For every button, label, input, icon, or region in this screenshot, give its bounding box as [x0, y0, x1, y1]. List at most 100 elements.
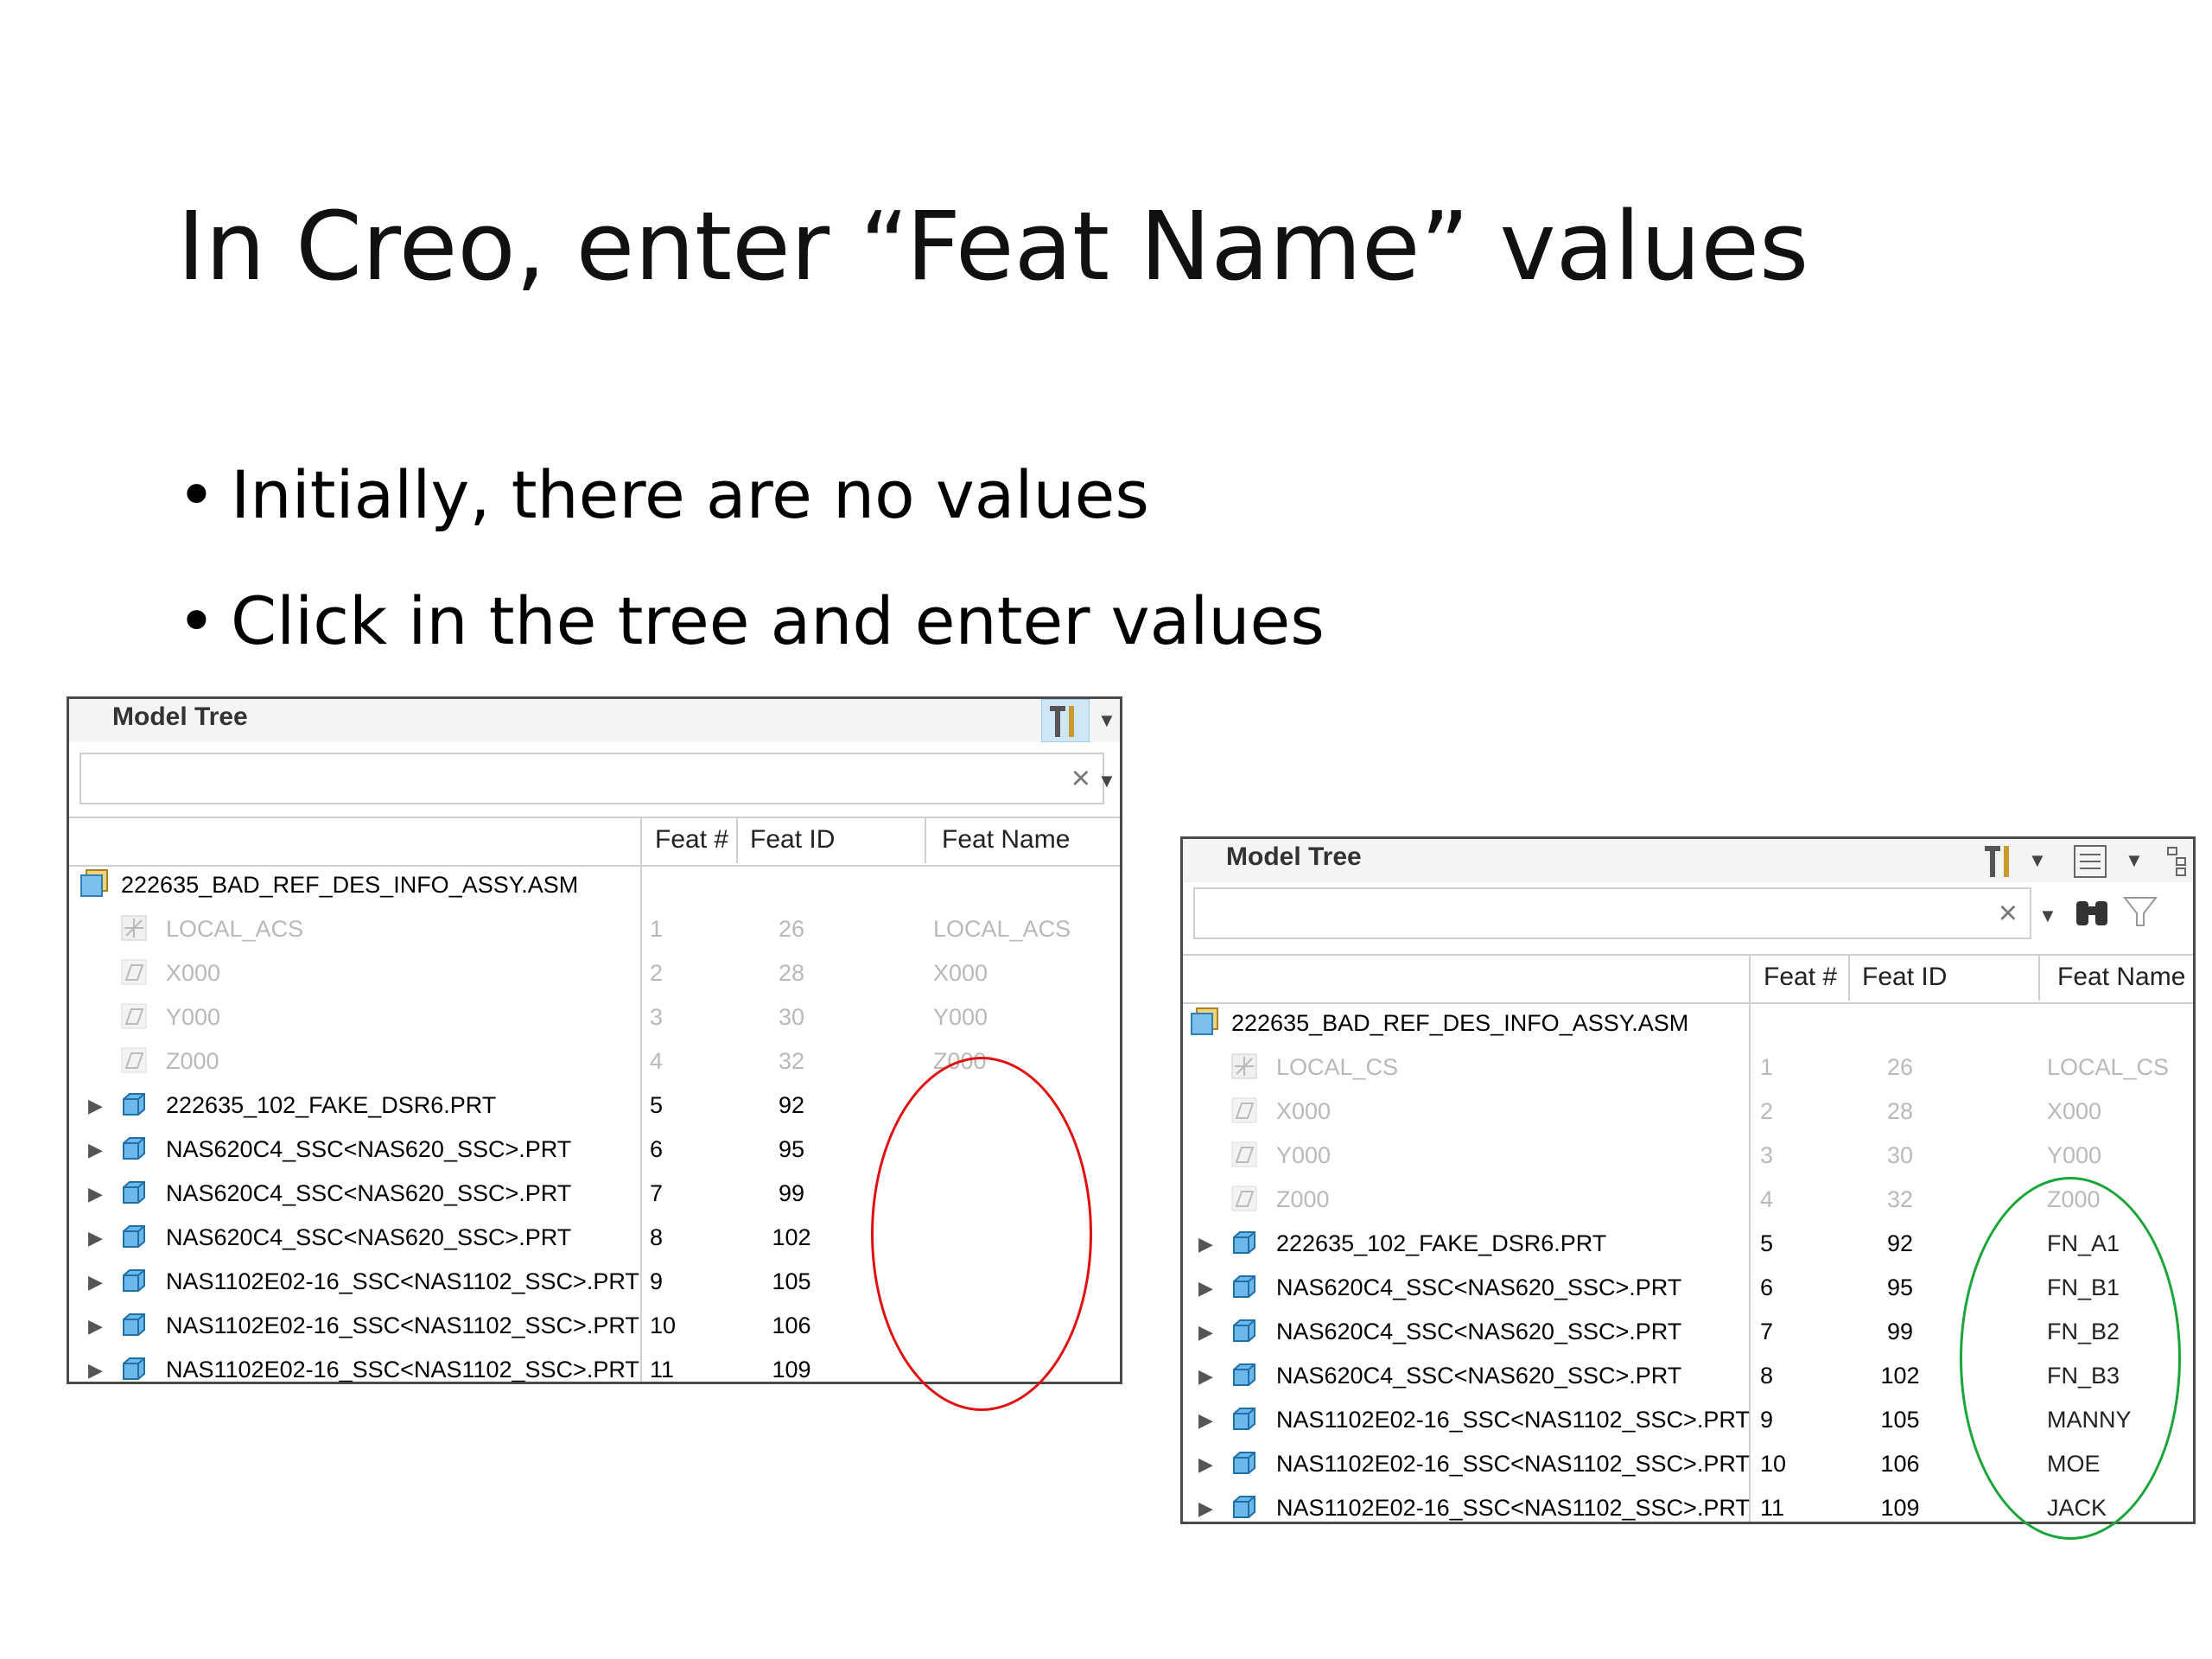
- tree-row[interactable]: Y000 3 30 Y000: [69, 995, 1120, 1039]
- search-input[interactable]: ×: [79, 753, 1104, 804]
- feat-name-cell[interactable]: LOCAL_ACS: [933, 916, 1071, 943]
- bullet-item: • Click in the tree and enter values: [177, 558, 1325, 684]
- tree-row[interactable]: X000 2 28 X000: [1183, 1090, 2193, 1134]
- feat-id-cell: 106: [1880, 1451, 1920, 1477]
- feat-number-cell: 2: [1760, 1098, 1774, 1124]
- tree-row-name: Y000: [1276, 1142, 1332, 1168]
- panel-title: Model Tree: [1226, 842, 1362, 871]
- tools-dropdown-icon[interactable]: ▼: [1097, 709, 1116, 732]
- tree-row[interactable]: Y000 3 30 Y000: [1183, 1134, 2193, 1178]
- tree-row-name: X000: [1276, 1098, 1332, 1124]
- feat-number-cell: 10: [1760, 1451, 1787, 1477]
- tree-row-name: LOCAL_CS: [1276, 1054, 1399, 1080]
- expand-arrow-icon[interactable]: ▶: [88, 1315, 103, 1338]
- feat-id-cell: 105: [772, 1268, 811, 1294]
- bullet-text: Initially, there are no values: [231, 456, 1149, 533]
- settings-tools-icon[interactable]: [1978, 839, 2021, 882]
- panel-header: Model Tree ▼ ▼: [1183, 839, 2193, 882]
- datum-plane-icon: [121, 1047, 147, 1073]
- tree-row[interactable]: LOCAL_CS 1 26 LOCAL_CS: [1183, 1046, 2193, 1090]
- column-feat-no[interactable]: Feat #: [1764, 963, 1837, 992]
- expand-arrow-icon[interactable]: ▶: [88, 1095, 103, 1117]
- datum-plane-icon: [1231, 1141, 1257, 1167]
- expand-arrow-icon[interactable]: ▶: [88, 1139, 103, 1161]
- expand-arrow-icon[interactable]: ▶: [1198, 1321, 1213, 1344]
- search-input[interactable]: ×: [1193, 887, 2031, 939]
- expand-arrow-icon[interactable]: ▶: [1198, 1277, 1213, 1300]
- tree-root-row[interactable]: 222635_BAD_REF_DES_INFO_ASSY.ASM: [1183, 1001, 2193, 1046]
- clear-search-icon[interactable]: ×: [1999, 894, 2018, 932]
- feat-id-cell: 99: [1886, 1319, 1914, 1344]
- expand-arrow-icon[interactable]: ▶: [1198, 1365, 1213, 1388]
- feat-id-cell: 32: [1886, 1186, 1914, 1212]
- feat-number-cell: 6: [1760, 1274, 1774, 1300]
- tree-row[interactable]: X000 2 28 X000: [69, 951, 1120, 995]
- tree-row-name: NAS1102E02-16_SSC<NAS1102_SSC>.PRT: [166, 1268, 639, 1294]
- panel-header: Model Tree ▼: [69, 699, 1120, 742]
- expand-arrow-icon[interactable]: ▶: [1198, 1233, 1213, 1255]
- feat-id-cell: 95: [778, 1136, 805, 1162]
- tree-layout-icon[interactable]: [2164, 844, 2190, 879]
- show-list-icon[interactable]: [2073, 844, 2107, 879]
- expand-arrow-icon[interactable]: ▶: [1198, 1453, 1213, 1476]
- tree-row-name: Z000: [1276, 1186, 1330, 1212]
- feat-number-cell: 11: [650, 1357, 675, 1382]
- feat-id-cell: 102: [1880, 1363, 1920, 1389]
- binoculars-find-icon[interactable]: [2073, 894, 2111, 929]
- feat-id-cell: 102: [772, 1224, 811, 1250]
- feat-number-cell: 11: [1760, 1495, 1785, 1521]
- part-icon: [1231, 1230, 1257, 1255]
- expand-arrow-icon[interactable]: ▶: [1198, 1409, 1213, 1432]
- tools-dropdown-icon[interactable]: ▼: [2028, 849, 2047, 872]
- feat-number-cell: 6: [650, 1136, 664, 1162]
- search-dropdown-icon[interactable]: ▼: [2038, 905, 2057, 927]
- expand-arrow-icon[interactable]: ▶: [88, 1271, 103, 1294]
- column-feat-id[interactable]: Feat ID: [750, 825, 835, 855]
- feat-id-cell: 92: [778, 1092, 805, 1118]
- column-divider: [736, 817, 738, 863]
- column-feat-name[interactable]: Feat Name: [2057, 963, 2185, 992]
- column-divider: [1848, 954, 1850, 1001]
- expand-arrow-icon[interactable]: ▶: [88, 1227, 103, 1249]
- expand-arrow-icon[interactable]: ▶: [1198, 1497, 1213, 1520]
- tree-row-name: NAS1102E02-16_SSC<NAS1102_SSC>.PRT: [1276, 1407, 1750, 1433]
- expand-arrow-icon[interactable]: ▶: [88, 1183, 103, 1205]
- column-feat-name[interactable]: Feat Name: [942, 825, 1070, 855]
- clear-search-icon[interactable]: ×: [1071, 760, 1090, 798]
- feat-number-cell: 2: [650, 960, 664, 986]
- feat-name-cell[interactable]: X000: [933, 960, 988, 987]
- tree-row-name: Y000: [166, 1004, 221, 1030]
- tree-root-row[interactable]: 222635_BAD_REF_DES_INFO_ASSY.ASM: [69, 863, 1120, 907]
- part-icon: [121, 1091, 147, 1117]
- tree-row[interactable]: LOCAL_ACS 1 26 LOCAL_ACS: [69, 907, 1120, 951]
- assembly-icon: [79, 868, 108, 897]
- assembly-icon: [1190, 1007, 1218, 1035]
- feat-number-cell: 10: [650, 1313, 677, 1338]
- feat-id-cell: 95: [1886, 1274, 1914, 1300]
- column-feat-no[interactable]: Feat #: [655, 825, 728, 855]
- feat-name-cell[interactable]: X000: [2047, 1098, 2101, 1125]
- tree-row-name: NAS1102E02-16_SSC<NAS1102_SSC>.PRT: [1276, 1495, 1750, 1521]
- feat-name-cell[interactable]: LOCAL_CS: [2047, 1054, 2169, 1081]
- feat-id-cell: 105: [1880, 1407, 1920, 1433]
- tree-row-name: LOCAL_ACS: [166, 916, 304, 942]
- search-dropdown-icon[interactable]: ▼: [1097, 770, 1116, 792]
- part-icon: [121, 1224, 147, 1249]
- tree-row-name: NAS620C4_SSC<NAS620_SSC>.PRT: [1276, 1274, 1682, 1300]
- feat-number-cell: 5: [650, 1092, 664, 1118]
- feat-id-cell: 109: [1880, 1495, 1920, 1521]
- feat-name-cell[interactable]: Y000: [2047, 1142, 2101, 1169]
- slide-title: In Creo, enter “Feat Name” values: [177, 191, 1809, 302]
- show-dropdown-icon[interactable]: ▼: [2125, 849, 2144, 872]
- feat-id-cell: 26: [1886, 1054, 1914, 1080]
- column-feat-id[interactable]: Feat ID: [1862, 963, 1947, 992]
- feat-name-cell[interactable]: Y000: [933, 1004, 988, 1031]
- part-icon: [121, 1179, 147, 1205]
- expand-arrow-icon[interactable]: ▶: [88, 1359, 103, 1382]
- datum-plane-icon: [121, 959, 147, 985]
- datum-plane-icon: [1231, 1097, 1257, 1123]
- settings-tools-icon[interactable]: [1041, 699, 1090, 742]
- filter-icon[interactable]: [2123, 896, 2158, 929]
- highlight-empty-feat-name-circle: [871, 1057, 1092, 1411]
- feat-number-cell: 1: [1760, 1054, 1774, 1080]
